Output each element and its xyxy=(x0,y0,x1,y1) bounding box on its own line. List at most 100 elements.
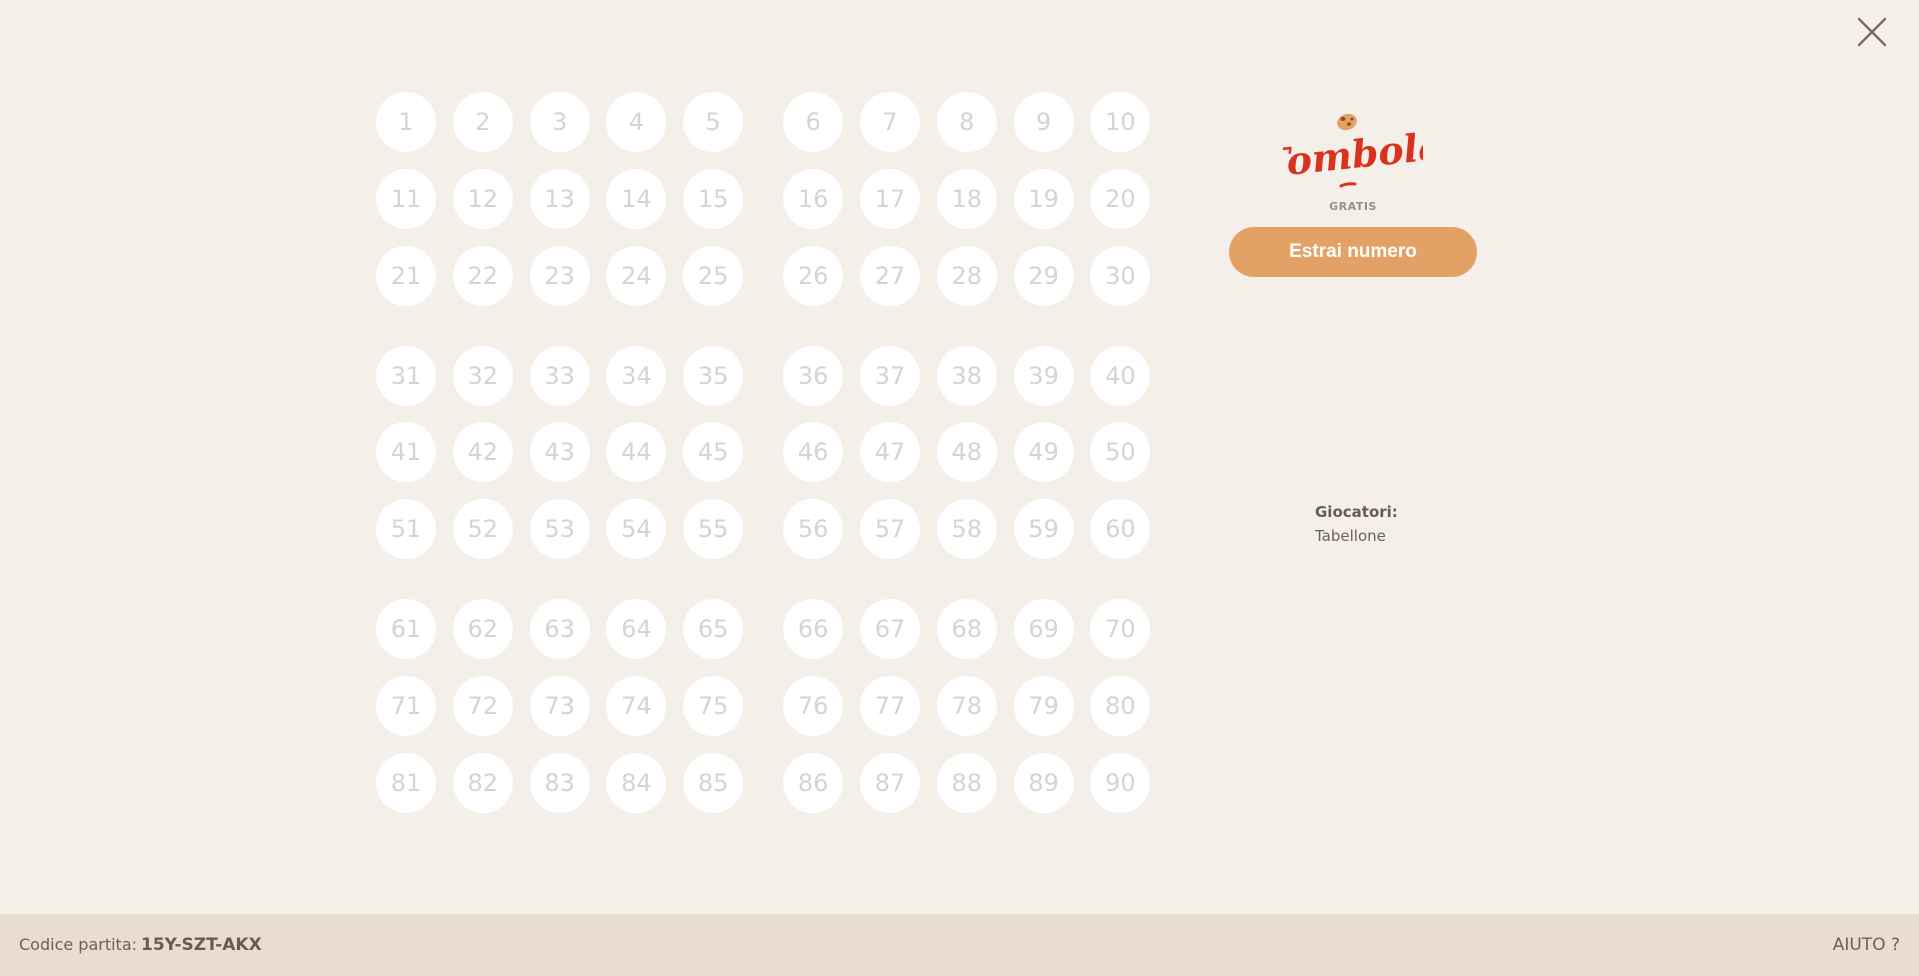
number-cell[interactable]: 4 xyxy=(606,92,667,152)
number-cell[interactable]: 32 xyxy=(452,345,513,406)
board-block: 61 62 63 64 65 71 72 73 74 75 81 82 83 84 85 xyxy=(376,599,744,813)
number-cell[interactable]: 21 xyxy=(376,245,436,306)
page: 1 2 3 4 5 11 12 13 14 15 21 22 23 24 25 6 7 8 9 10 16 17 18 19 2… xyxy=(0,0,1919,976)
number-cell[interactable]: 82 xyxy=(452,752,513,813)
number-cell[interactable]: 90 xyxy=(1090,752,1151,813)
number-cell[interactable]: 47 xyxy=(859,422,920,483)
number-cell[interactable]: 73 xyxy=(529,675,590,736)
number-cell[interactable]: 52 xyxy=(452,499,513,560)
number-cell[interactable]: 3 xyxy=(529,92,590,152)
players-value: Tabellone xyxy=(1315,527,1386,545)
number-cell[interactable]: 61 xyxy=(376,599,436,660)
number-cell[interactable]: 79 xyxy=(1013,675,1074,736)
number-cell[interactable]: 19 xyxy=(1013,168,1074,229)
number-cell[interactable]: 88 xyxy=(936,752,997,813)
number-cell[interactable]: 39 xyxy=(1013,345,1074,406)
number-cell[interactable]: 16 xyxy=(783,168,844,229)
number-cell[interactable]: 38 xyxy=(936,345,997,406)
number-cell[interactable]: 70 xyxy=(1090,599,1151,660)
number-cell[interactable]: 85 xyxy=(683,752,744,813)
number-cell[interactable]: 13 xyxy=(529,168,590,229)
number-cell[interactable]: 6 xyxy=(783,92,844,152)
number-cell[interactable]: 78 xyxy=(936,675,997,736)
number-cell[interactable]: 44 xyxy=(606,422,667,483)
number-cell[interactable]: 45 xyxy=(683,422,744,483)
number-cell[interactable]: 65 xyxy=(683,599,744,660)
number-cell[interactable]: 27 xyxy=(859,245,920,306)
number-cell[interactable]: 25 xyxy=(683,245,744,306)
number-cell[interactable]: 50 xyxy=(1090,422,1151,483)
number-cell[interactable]: 53 xyxy=(529,499,590,560)
number-cell[interactable]: 84 xyxy=(606,752,667,813)
number-cell[interactable]: 87 xyxy=(859,752,920,813)
number-cell[interactable]: 55 xyxy=(683,499,744,560)
number-cell[interactable]: 11 xyxy=(376,168,436,229)
number-cell[interactable]: 51 xyxy=(376,499,436,560)
number-cell[interactable]: 12 xyxy=(452,168,513,229)
number-cell[interactable]: 43 xyxy=(529,422,590,483)
number-cell[interactable]: 18 xyxy=(936,168,997,229)
number-cell[interactable]: 67 xyxy=(859,599,920,660)
number-cell[interactable]: 57 xyxy=(859,499,920,560)
number-cell[interactable]: 23 xyxy=(529,245,590,306)
number-cell[interactable]: 17 xyxy=(859,168,920,229)
number-cell[interactable]: 40 xyxy=(1090,345,1151,406)
number-cell[interactable]: 74 xyxy=(606,675,667,736)
number-cell[interactable]: 71 xyxy=(376,675,436,736)
number-cell[interactable]: 24 xyxy=(606,245,667,306)
number-cell[interactable]: 5 xyxy=(683,92,744,152)
number-cell[interactable]: 34 xyxy=(606,345,667,406)
board-block: 36 37 38 39 40 46 47 48 49 50 56 57 58 59 60 xyxy=(783,345,1151,560)
number-cell[interactable]: 15 xyxy=(683,168,744,229)
number-cell[interactable]: 66 xyxy=(783,599,844,660)
number-cell[interactable]: 1 xyxy=(376,92,436,152)
board-block: 31 32 33 34 35 41 42 43 44 45 51 52 53 54 55 xyxy=(376,345,744,560)
number-cell[interactable]: 28 xyxy=(936,245,997,306)
number-cell[interactable]: 35 xyxy=(683,345,744,406)
number-cell[interactable]: 62 xyxy=(452,599,513,660)
number-cell[interactable]: 37 xyxy=(859,345,920,406)
number-cell[interactable]: 14 xyxy=(606,168,667,229)
number-cell[interactable]: 42 xyxy=(452,422,513,483)
number-cell[interactable]: 46 xyxy=(783,422,844,483)
number-cell[interactable]: 2 xyxy=(452,92,513,152)
number-cell[interactable]: 68 xyxy=(936,599,997,660)
number-cell[interactable]: 69 xyxy=(1013,599,1074,660)
number-cell[interactable]: 49 xyxy=(1013,422,1074,483)
number-cell[interactable]: 26 xyxy=(783,245,844,306)
number-cell[interactable]: 58 xyxy=(936,499,997,560)
number-cell[interactable]: 31 xyxy=(376,345,436,406)
draw-number-button[interactable]: Estrai numero xyxy=(1229,227,1477,277)
number-cell[interactable]: 80 xyxy=(1090,675,1151,736)
number-cell[interactable]: 20 xyxy=(1090,168,1151,229)
number-cell[interactable]: 89 xyxy=(1013,752,1074,813)
number-cell[interactable]: 30 xyxy=(1090,245,1151,306)
board-block: 66 67 68 69 70 76 77 78 79 80 86 87 88 89 90 xyxy=(783,599,1151,813)
number-cell[interactable]: 56 xyxy=(783,499,844,560)
number-cell[interactable]: 9 xyxy=(1013,92,1074,152)
number-cell[interactable]: 36 xyxy=(783,345,844,406)
footer-bar: Codice partita: 15Y-SZT-AKX AIUTO ? xyxy=(0,914,1919,976)
number-cell[interactable]: 33 xyxy=(529,345,590,406)
number-cell[interactable]: 22 xyxy=(452,245,513,306)
number-cell[interactable]: 64 xyxy=(606,599,667,660)
number-cell[interactable]: 10 xyxy=(1090,92,1151,152)
number-cell[interactable]: 63 xyxy=(529,599,590,660)
number-cell[interactable]: 83 xyxy=(529,752,590,813)
number-cell[interactable]: 81 xyxy=(376,752,436,813)
number-cell[interactable]: 41 xyxy=(376,422,436,483)
number-cell[interactable]: 8 xyxy=(936,92,997,152)
number-cell[interactable]: 29 xyxy=(1013,245,1074,306)
number-cell[interactable]: 7 xyxy=(859,92,920,152)
number-cell[interactable]: 76 xyxy=(783,675,844,736)
number-cell[interactable]: 72 xyxy=(452,675,513,736)
help-link[interactable]: AIUTO ? xyxy=(1833,935,1900,955)
number-cell[interactable]: 59 xyxy=(1013,499,1074,560)
number-cell[interactable]: 77 xyxy=(859,675,920,736)
number-cell[interactable]: 48 xyxy=(936,422,997,483)
number-cell[interactable]: 86 xyxy=(783,752,844,813)
number-cell[interactable]: 75 xyxy=(683,675,744,736)
number-cell[interactable]: 60 xyxy=(1090,499,1151,560)
number-cell[interactable]: 54 xyxy=(606,499,667,560)
close-button[interactable] xyxy=(1854,14,1890,50)
